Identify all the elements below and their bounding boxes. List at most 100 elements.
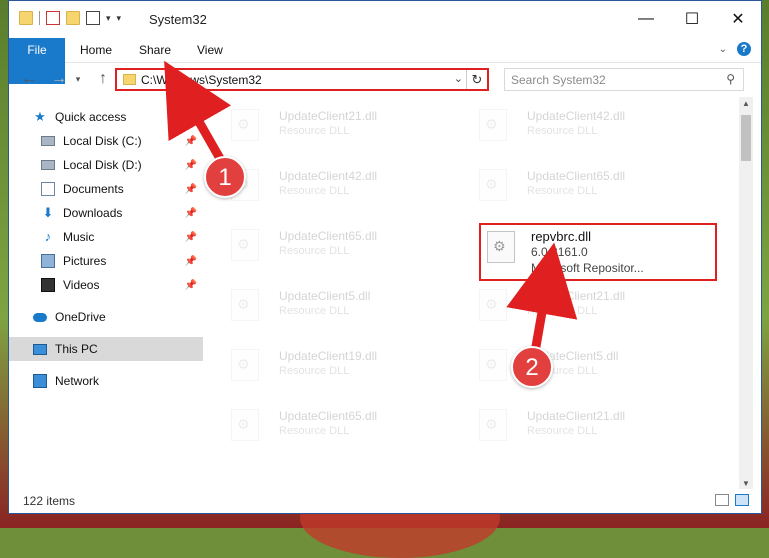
file-type: Resource DLL bbox=[279, 305, 350, 317]
file-item[interactable]: UpdateClient65.dll Resource DLL bbox=[205, 401, 445, 447]
status-bar: 122 items bbox=[9, 489, 761, 513]
chevron-down-icon[interactable]: ▾ bbox=[106, 13, 111, 24]
sidebar-item-label: Local Disk (C:) bbox=[63, 134, 142, 148]
large-icons-view-icon[interactable] bbox=[735, 494, 749, 506]
forward-arrow-icon[interactable]: → bbox=[49, 69, 69, 89]
sidebar-item-label: Music bbox=[63, 230, 95, 244]
file-item[interactable]: UpdateClient21.dll Resource DLL bbox=[205, 101, 445, 147]
file-company: Microsoft Repositor... bbox=[531, 261, 644, 275]
folder-icon bbox=[123, 74, 136, 85]
recent-locations-icon[interactable]: ▾ bbox=[71, 69, 85, 89]
sidebar-item-label: Local Disk (D:) bbox=[63, 158, 142, 172]
pin-icon[interactable]: 📌 bbox=[185, 280, 197, 291]
dll-file-icon bbox=[231, 409, 259, 441]
file-item[interactable]: UpdateClient21.dll Resource DLL bbox=[453, 401, 693, 447]
file-name: UpdateClient65.dll bbox=[527, 169, 626, 183]
pin-icon[interactable]: 📌 bbox=[185, 136, 197, 147]
sidebar-item-network[interactable]: Network bbox=[33, 369, 203, 393]
file-item[interactable]: UpdateClient5.dll Resource DLL bbox=[453, 341, 693, 387]
window-controls: — ☐ ✕ bbox=[623, 1, 761, 37]
file-type: Resource DLL bbox=[279, 425, 350, 437]
sidebar-item-downloads[interactable]: ⬇ Downloads 📌 bbox=[41, 201, 203, 225]
file-name: UpdateClient65.dll bbox=[279, 409, 378, 423]
tab-share[interactable]: Share bbox=[139, 38, 171, 62]
file-type: Resource DLL bbox=[527, 425, 598, 437]
scroll-thumb[interactable] bbox=[741, 115, 751, 161]
sidebar-item-quick-access[interactable]: ★ Quick access bbox=[33, 105, 203, 129]
file-name: UpdateClient19.dll bbox=[279, 349, 378, 363]
star-icon: ★ bbox=[34, 109, 46, 124]
back-arrow-icon[interactable]: ← bbox=[19, 69, 39, 89]
dll-file-icon bbox=[479, 409, 507, 441]
sidebar-item-videos[interactable]: Videos 📌 bbox=[41, 273, 203, 297]
file-type: Resource DLL bbox=[279, 125, 350, 137]
search-input[interactable] bbox=[505, 69, 727, 90]
file-name: UpdateClient65.dll bbox=[279, 229, 378, 243]
scroll-up-icon[interactable]: ▲ bbox=[739, 97, 753, 111]
navigation-pane: ★ Quick access Local Disk (C:) 📌 Local D… bbox=[9, 97, 205, 473]
sidebar-item-documents[interactable]: Documents 📌 bbox=[41, 177, 203, 201]
close-button[interactable]: ✕ bbox=[715, 1, 761, 37]
file-list: UpdateClient21.dll Resource DLL UpdateCl… bbox=[205, 97, 741, 473]
pin-icon[interactable]: 📌 bbox=[185, 184, 197, 195]
folder-icon[interactable] bbox=[19, 11, 33, 25]
up-arrow-icon[interactable]: ↑ bbox=[93, 69, 113, 89]
pin-icon[interactable]: 📌 bbox=[185, 232, 197, 243]
window-title: System32 bbox=[149, 12, 207, 27]
sidebar-item-pictures[interactable]: Pictures 📌 bbox=[41, 249, 203, 273]
file-item[interactable]: UpdateClient42.dll Resource DLL bbox=[453, 101, 693, 147]
documents-icon bbox=[41, 182, 55, 196]
chevron-down-icon[interactable]: ⌄ bbox=[454, 72, 463, 85]
sidebar-item-local-disk-c[interactable]: Local Disk (C:) 📌 bbox=[41, 129, 203, 153]
expand-ribbon-icon[interactable]: ⌄ bbox=[719, 44, 727, 55]
address-bar[interactable]: C:\Windows\System32 ⌄ ↻ bbox=[115, 68, 489, 91]
address-path[interactable]: C:\Windows\System32 bbox=[141, 73, 262, 87]
sidebar-item-onedrive[interactable]: OneDrive bbox=[33, 305, 203, 329]
search-box[interactable]: ⚲ bbox=[504, 68, 744, 91]
toolbar-divider bbox=[39, 11, 40, 25]
sidebar-item-local-disk-d[interactable]: Local Disk (D:) 📌 bbox=[41, 153, 203, 177]
file-name: UpdateClient21.dll bbox=[527, 289, 626, 303]
file-item[interactable]: UpdateClient65.dll Resource DLL bbox=[453, 161, 693, 207]
maximize-button[interactable]: ☐ bbox=[669, 1, 715, 37]
properties-icon[interactable] bbox=[46, 11, 60, 25]
details-view-icon[interactable] bbox=[715, 494, 729, 506]
file-type: Resource DLL bbox=[279, 185, 350, 197]
dll-file-icon bbox=[231, 229, 259, 261]
item-count: 122 items bbox=[23, 494, 76, 508]
file-item[interactable]: UpdateClient65.dll Resource DLL bbox=[205, 221, 445, 267]
customize-toolbar-icon[interactable]: ▾ bbox=[117, 13, 122, 24]
refresh-icon[interactable]: ↻ bbox=[466, 70, 487, 89]
tab-home[interactable]: Home bbox=[80, 38, 112, 62]
view-toggle bbox=[715, 494, 749, 506]
sidebar-item-label: Network bbox=[55, 374, 100, 388]
file-item-repvbrc[interactable]: repvbrc.dll 6.0.8161.0 Microsoft Reposit… bbox=[479, 223, 717, 281]
dll-file-icon bbox=[479, 349, 507, 381]
network-icon bbox=[33, 374, 47, 388]
pin-icon[interactable]: 📌 bbox=[185, 208, 197, 219]
sidebar-item-label: Videos bbox=[63, 278, 100, 292]
vertical-scrollbar[interactable]: ▲ ▼ bbox=[739, 97, 753, 491]
pin-icon[interactable]: 📌 bbox=[185, 160, 197, 171]
sidebar-item-this-pc[interactable]: This PC bbox=[9, 337, 203, 361]
file-type: Resource DLL bbox=[527, 125, 598, 137]
tab-view[interactable]: View bbox=[197, 38, 223, 62]
file-name: UpdateClient21.dll bbox=[279, 109, 378, 123]
search-icon[interactable]: ⚲ bbox=[726, 72, 735, 86]
dll-file-icon bbox=[479, 109, 507, 141]
quick-access-toolbar: ▾ ▾ bbox=[19, 11, 121, 25]
sidebar-item-music[interactable]: ♪ Music 📌 bbox=[41, 225, 203, 249]
minimize-button[interactable]: — bbox=[623, 1, 669, 37]
navigation-bar: ← → ▾ ↑ C:\Windows\System32 ⌄ ↻ ⚲ bbox=[9, 63, 761, 97]
videos-icon bbox=[41, 278, 55, 292]
help-icon[interactable]: ? bbox=[737, 42, 751, 56]
pin-icon[interactable]: 📌 bbox=[185, 256, 197, 267]
new-folder-icon[interactable] bbox=[66, 11, 80, 25]
sidebar-item-label: This PC bbox=[55, 342, 98, 356]
ribbon-right-controls: ⌄ ? bbox=[719, 42, 751, 56]
dll-file-icon bbox=[231, 349, 259, 381]
view-icon[interactable] bbox=[86, 11, 100, 25]
file-item[interactable]: UpdateClient19.dll Resource DLL bbox=[205, 341, 445, 387]
file-item[interactable]: UpdateClient5.dll Resource DLL bbox=[205, 281, 445, 327]
file-item[interactable]: UpdateClient21.dll Resource DLL bbox=[453, 281, 693, 327]
